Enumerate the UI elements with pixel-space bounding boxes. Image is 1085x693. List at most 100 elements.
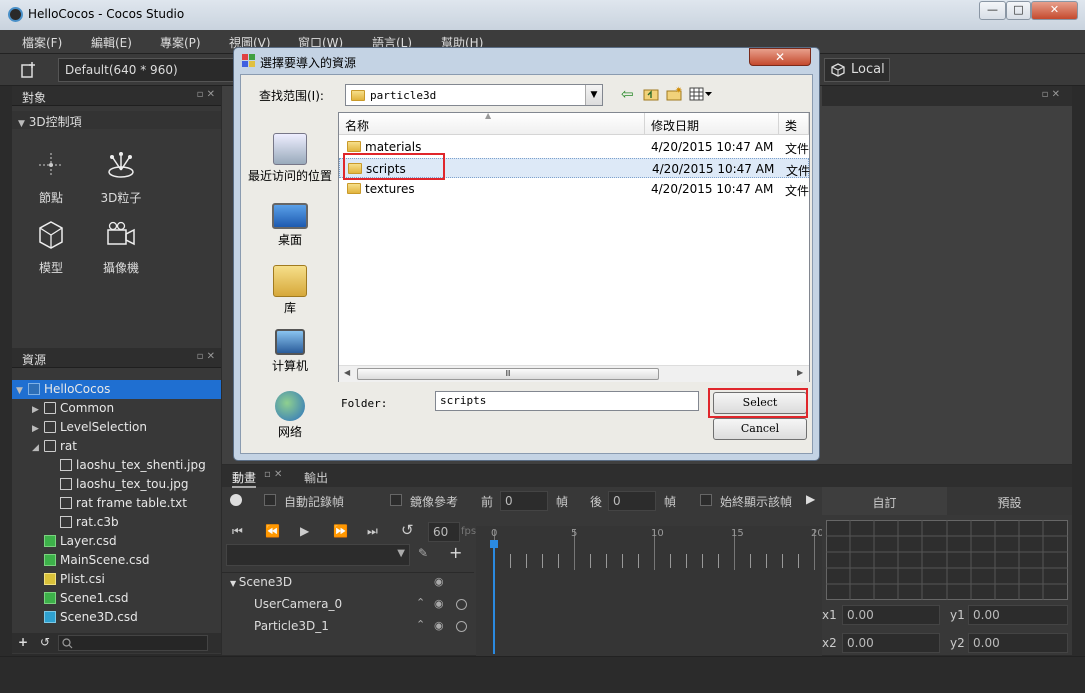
tree-item[interactable]: Scene3D.csd [12,608,221,627]
tool-model[interactable]: 模型 [16,220,86,276]
playhead[interactable] [493,540,495,654]
fps-input[interactable]: 60 [428,522,460,542]
tree-item[interactable]: rat.c3b [12,513,221,532]
folder-input[interactable]: scripts [435,391,699,411]
auto-record-checkbox[interactable] [264,494,276,506]
lookin-select[interactable]: particle3d ▼ [345,84,603,106]
tree-item[interactable]: ◢ rat [12,437,221,456]
scroll-thumb[interactable]: Ⅲ [357,368,659,380]
place-recent[interactable]: 最近访问的位置 [245,133,335,184]
timeline-node-row[interactable]: Particle3D_1 ◉ ⌃ [222,616,474,638]
expand-arrow-icon[interactable]: ◢ [32,443,44,453]
x1-input[interactable]: 0.00 [842,605,940,625]
new-file-icon[interactable] [20,61,36,79]
prev-frames-input[interactable]: 0 [500,491,548,511]
resolution-select[interactable]: Default(640 * 960) [58,58,234,82]
maximize-button[interactable]: □ [1006,1,1031,20]
x2-input[interactable]: 0.00 [842,633,940,653]
tree-item[interactable]: ▼ HelloCocos [12,380,221,399]
close-button[interactable]: ✕ [1031,1,1078,20]
always-show-checkbox[interactable] [700,494,712,506]
horizontal-scrollbar[interactable]: ◀ Ⅲ ▶ [339,365,809,382]
refresh-button[interactable]: ↺ [40,635,50,649]
panel-pin-icon[interactable]: ▫ ✕ [197,351,215,362]
menu-edit[interactable]: 編輯(E) [91,34,132,51]
tree-item[interactable]: laoshu_tex_tou.jpg [12,475,221,494]
new-folder-icon[interactable]: ✷ [666,86,683,101]
lock-icon[interactable]: ⌃ [416,596,425,609]
scroll-right-icon[interactable]: ▶ [797,368,803,377]
y1-input[interactable]: 0.00 [968,605,1068,625]
menu-project[interactable]: 專案(P) [160,34,201,51]
panel-pin-icon[interactable]: ▫ ✕ [264,469,282,480]
playhead-handle[interactable] [490,540,498,548]
column-name[interactable]: 名称 ▲ [339,111,645,135]
y2-input[interactable]: 0.00 [968,633,1068,653]
place-library[interactable]: 库 [245,265,335,316]
dialog-close-button[interactable]: ✕ [749,48,811,66]
tab-output[interactable]: 輸出 [304,469,328,486]
play-arrow-icon[interactable]: ▶ [806,492,815,506]
tree-item[interactable]: Layer.csd [12,532,221,551]
scroll-left-icon[interactable]: ◀ [344,368,350,377]
prev-frame-icon[interactable]: ⏪ [265,524,280,538]
tree-item[interactable]: Plist.csi [12,570,221,589]
tree-item[interactable]: MainScene.csd [12,551,221,570]
next-frame-icon[interactable]: ⏩ [333,524,348,538]
column-type[interactable]: 类型 [779,113,809,135]
keyframe-toggle-icon[interactable] [456,599,467,610]
last-frame-icon[interactable]: ⏭ [367,524,378,539]
timeline-node-row[interactable]: ▼ Scene3D ◉ [222,572,474,594]
file-row[interactable]: textures 4/20/2015 10:47 AM 文件 [339,179,809,199]
tab-preset[interactable]: 預設 [947,487,1072,515]
add-animation-button[interactable]: + [449,543,462,562]
onion-skin-checkbox[interactable] [390,494,402,506]
loop-icon[interactable]: ↺ [401,521,414,539]
play-icon[interactable]: ▶ [300,524,309,538]
column-date[interactable]: 修改日期 [645,113,779,135]
view-menu-icon[interactable] [689,87,713,101]
tool-3d-particle[interactable]: 3D粒子 [86,150,156,206]
timeline-node-row[interactable]: UserCamera_0 ◉ ⌃ [222,594,474,616]
animation-list-select[interactable]: ▼ [226,544,410,566]
keyframe-toggle-icon[interactable] [456,621,467,632]
tree-item[interactable]: ▶ Common [12,399,221,418]
section-header-3d[interactable]: ▼ 3D控制項 [12,111,221,129]
visibility-eye-icon[interactable]: ◉ [434,597,444,610]
place-desktop[interactable]: 桌面 [245,203,335,248]
place-computer[interactable]: 计算机 [245,329,335,374]
up-folder-icon[interactable] [643,87,659,101]
chevron-down-icon[interactable]: ▼ [585,85,602,105]
expand-arrow-icon[interactable]: ▶ [32,405,44,415]
tree-item[interactable]: Scene1.csd [12,589,221,608]
panel-pin-icon[interactable]: ▫ ✕ [1042,89,1060,100]
visibility-eye-icon[interactable]: ◉ [434,575,444,588]
expand-arrow-icon[interactable]: ▼ [16,386,28,396]
collapse-arrow-icon[interactable]: ▼ [230,579,239,588]
back-icon[interactable]: ⇦ [621,85,634,103]
tab-custom[interactable]: 自訂 [822,487,947,515]
tree-item[interactable]: rat frame table.txt [12,494,221,513]
next-frames-input[interactable]: 0 [608,491,656,511]
resource-search-input[interactable] [58,635,208,651]
add-resource-button[interactable]: + [18,635,28,649]
first-frame-icon[interactable]: ⏮ [232,524,243,539]
place-network[interactable]: 网络 [245,391,335,440]
visibility-eye-icon[interactable]: ◉ [434,619,444,632]
panel-pin-icon[interactable]: ▫ ✕ [197,89,215,100]
lock-icon[interactable]: ⌃ [416,618,425,631]
local-button[interactable]: Local [824,58,890,82]
expand-arrow-icon[interactable]: ▶ [32,424,44,434]
timeline-ruler[interactable]: 0 5 10 15 20 [476,526,824,656]
record-icon[interactable] [230,494,242,506]
menu-file[interactable]: 檔案(F) [22,34,62,51]
edit-icon[interactable]: ✎ [418,546,428,560]
cancel-button[interactable]: Cancel [713,418,807,440]
easing-curve-grid[interactable] [826,520,1068,600]
minimize-button[interactable]: — [979,1,1006,20]
tool-node[interactable]: 節點 [16,150,86,206]
tab-animation[interactable]: 動畫 [232,469,257,488]
tree-item[interactable]: ▶ LevelSelection [12,418,221,437]
tree-item[interactable]: laoshu_tex_shenti.jpg [12,456,221,475]
tool-camera[interactable]: 攝像機 [86,220,156,276]
